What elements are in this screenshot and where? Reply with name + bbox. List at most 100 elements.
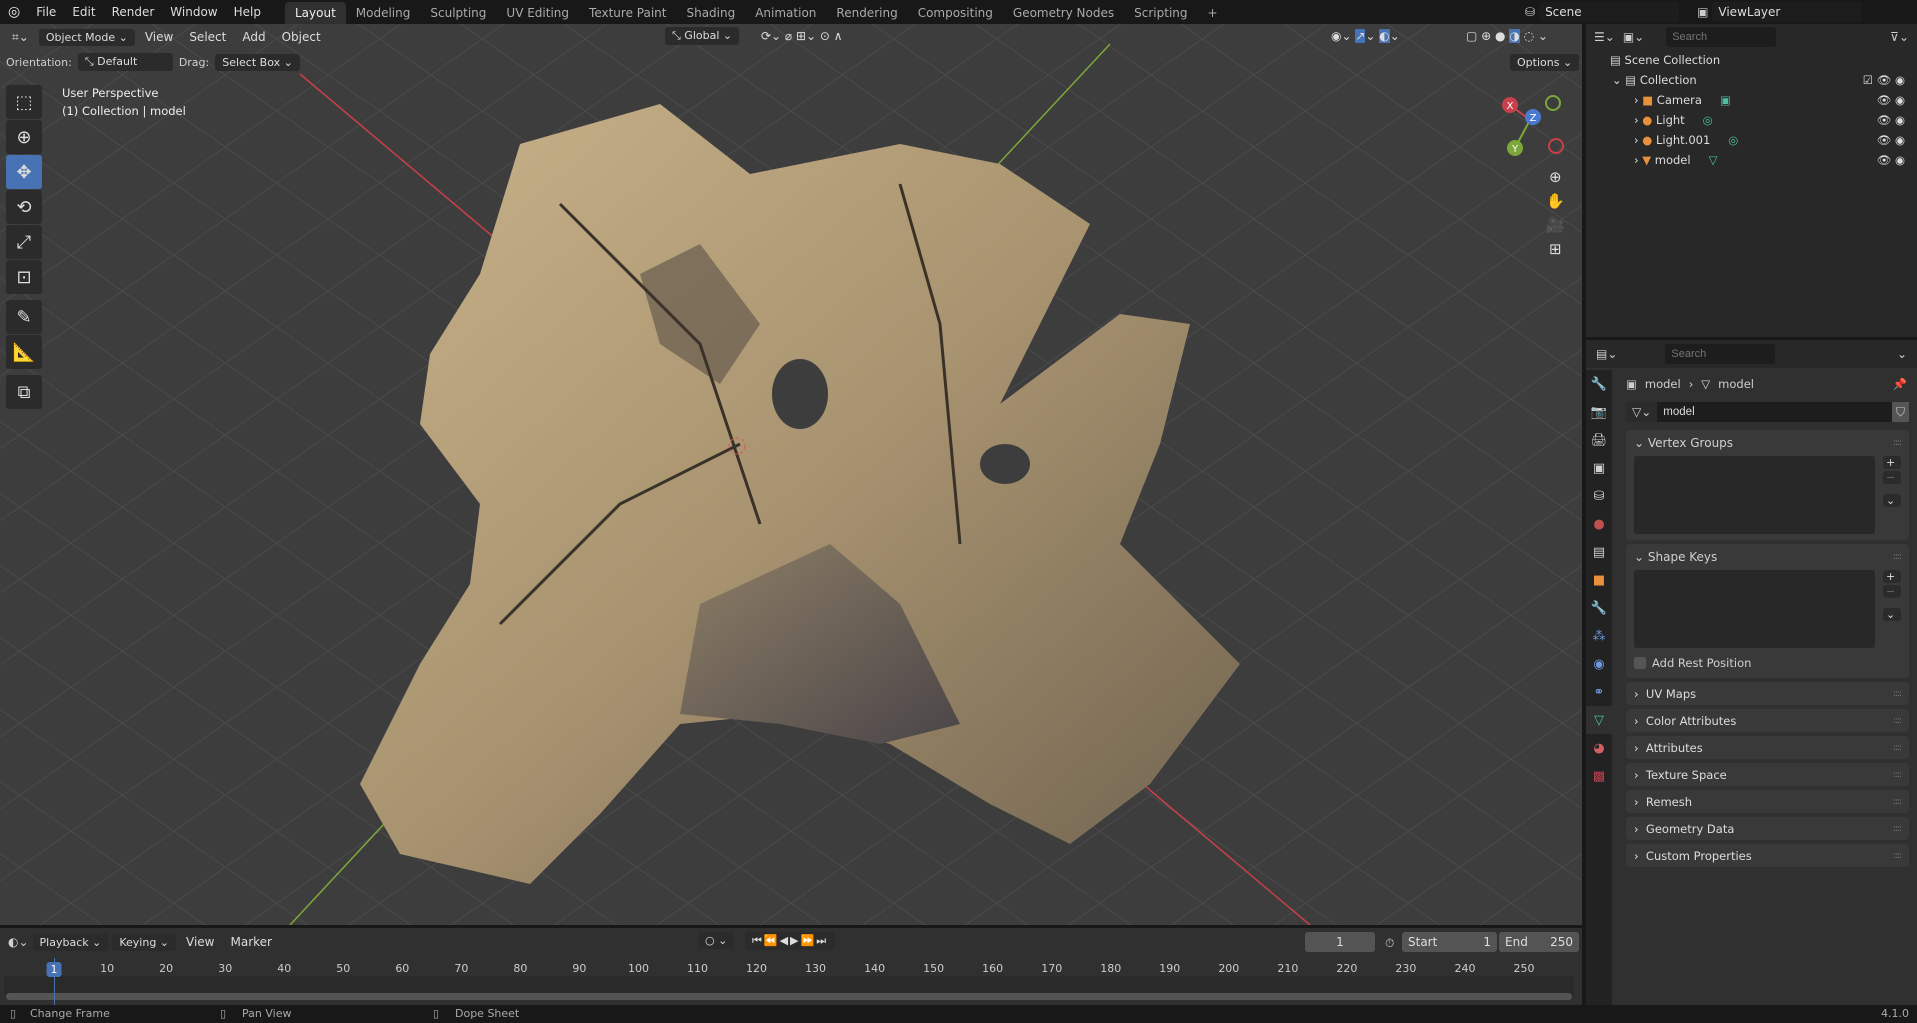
tool-tab-icon[interactable]: 🔧 xyxy=(1586,370,1612,398)
scene-icon[interactable]: ⛁ xyxy=(1525,5,1535,19)
editor-type-icon[interactable]: ⌗⌄ xyxy=(6,28,35,47)
modifier-tab-icon[interactable]: 🔧 xyxy=(1586,594,1612,622)
frame-tick[interactable]: 70 xyxy=(454,962,468,975)
navigation-gizmo[interactable]: X Z Y xyxy=(1490,90,1570,170)
visibility-controls[interactable]: 👁 ◉ xyxy=(1877,93,1905,107)
frame-tick[interactable]: 20 xyxy=(159,962,173,975)
panel-uv-maps[interactable]: › UV Maps:::: xyxy=(1626,682,1909,705)
scene-field[interactable]: Scene xyxy=(1539,2,1680,22)
view-layer-field[interactable]: ViewLayer xyxy=(1712,2,1863,22)
move-tool[interactable]: ✥ xyxy=(6,155,42,189)
current-frame-field[interactable]: 1 xyxy=(1305,932,1375,952)
mesh-data-tab-icon[interactable]: ▽ xyxy=(1586,706,1612,734)
outliner-item-model[interactable]: › ▼ model ▽ 👁 ◉ xyxy=(1586,150,1917,170)
world-tab-icon[interactable]: ● xyxy=(1586,510,1612,538)
timeline-scrollbar[interactable] xyxy=(6,993,1572,1000)
frame-tick[interactable]: 110 xyxy=(687,962,708,975)
add-workspace-button[interactable]: + xyxy=(1198,2,1228,24)
frame-tick[interactable]: 190 xyxy=(1159,962,1180,975)
outliner-item-light[interactable]: › ● Light ◎ 👁 ◉ xyxy=(1586,110,1917,130)
frame-tick[interactable]: 220 xyxy=(1336,962,1357,975)
panel-custom-properties[interactable]: › Custom Properties:::: xyxy=(1626,844,1909,867)
frame-tick[interactable]: 30 xyxy=(218,962,232,975)
scale-tool[interactable]: ⤢ xyxy=(6,225,42,259)
output-tab-icon[interactable]: 🖨 xyxy=(1586,426,1612,454)
properties-editor-type-icon[interactable]: ▤⌄ xyxy=(1596,347,1617,361)
camera-view-icon[interactable]: 🎥 xyxy=(1546,216,1565,234)
menu-select[interactable]: Select xyxy=(183,28,232,46)
add-vertex-group-button[interactable]: + xyxy=(1883,456,1901,469)
collection-tab-icon[interactable]: ▤ xyxy=(1586,538,1612,566)
tab-rendering[interactable]: Rendering xyxy=(826,2,907,24)
tab-uv-editing[interactable]: UV Editing xyxy=(496,2,579,24)
mode-dropdown[interactable]: Object Mode ⌄ xyxy=(38,28,135,46)
playback-controls[interactable]: ⏮⏪◀▶⏩⏭ xyxy=(745,932,836,950)
light-data-icon[interactable]: ◎ xyxy=(1728,133,1738,147)
drag-grip-icon[interactable]: :::: xyxy=(1893,770,1902,780)
rotate-tool[interactable]: ⟲ xyxy=(6,190,42,224)
frame-tick[interactable]: 140 xyxy=(864,962,885,975)
frame-tick[interactable]: 50 xyxy=(336,962,350,975)
tab-texture-paint[interactable]: Texture Paint xyxy=(579,2,676,24)
mesh-data-icon[interactable]: ▽ xyxy=(1709,153,1718,167)
annotate-tool[interactable]: ✎ xyxy=(6,300,42,334)
vertex-groups-list[interactable] xyxy=(1634,456,1875,534)
frame-tick[interactable]: 60 xyxy=(395,962,409,975)
filter-icon[interactable]: ⊽⌄ xyxy=(1890,30,1909,44)
drag-grip-icon[interactable]: :::: xyxy=(1893,716,1902,726)
pan-hand-icon[interactable]: ✋ xyxy=(1546,192,1565,210)
rock-model[interactable] xyxy=(360,104,1240,884)
playback-menu[interactable]: Playback ⌄ xyxy=(32,933,109,951)
menu-view[interactable]: View xyxy=(139,28,179,46)
mesh-name-input[interactable] xyxy=(1657,406,1892,418)
pin-icon[interactable]: 📌 xyxy=(1893,377,1907,391)
pivot-snap-proportional-icons[interactable]: ⟳⌄ ⌀ ⊞⌄ ⊙ ∧ xyxy=(755,27,849,45)
tab-compositing[interactable]: Compositing xyxy=(908,2,1003,24)
vertex-group-specials-button[interactable]: ⌄ xyxy=(1883,494,1901,507)
frame-tick[interactable]: 90 xyxy=(572,962,586,975)
frame-tick[interactable]: 200 xyxy=(1218,962,1239,975)
properties-search-input[interactable] xyxy=(1665,344,1776,364)
material-tab-icon[interactable]: ◕ xyxy=(1586,734,1612,762)
drag-grip-icon[interactable]: :::: xyxy=(1893,824,1902,834)
outliner-display-mode-icon[interactable]: ☰⌄ xyxy=(1594,30,1615,44)
light-data-icon[interactable]: ◎ xyxy=(1703,113,1713,127)
render-tab-icon[interactable]: 📷 xyxy=(1586,398,1612,426)
menu-window[interactable]: Window xyxy=(162,5,225,19)
timeline-editor-type-icon[interactable]: ◐⌄ xyxy=(8,935,29,949)
frame-tick[interactable]: 100 xyxy=(628,962,649,975)
current-frame-marker[interactable]: 1 xyxy=(46,962,62,977)
panel-color-attributes[interactable]: › Color Attributes:::: xyxy=(1626,709,1909,732)
menu-add[interactable]: Add xyxy=(236,28,271,46)
frame-tick[interactable]: 170 xyxy=(1041,962,1062,975)
auto-keying-toggle[interactable]: ○ ⌄ xyxy=(698,932,735,949)
drag-grip-icon[interactable]: :::: xyxy=(1893,743,1902,753)
drag-grip-icon[interactable]: :::: xyxy=(1893,851,1902,861)
outliner-filter-view-icon[interactable]: ▣⌄ xyxy=(1623,30,1644,44)
menu-file[interactable]: File xyxy=(28,5,64,19)
frame-tick[interactable]: 10 xyxy=(100,962,114,975)
visibility-controls[interactable]: 👁 ◉ xyxy=(1877,113,1905,127)
orientation-dropdown[interactable]: ⤡ Default xyxy=(77,53,173,71)
tab-animation[interactable]: Animation xyxy=(745,2,826,24)
select-box-tool[interactable]: ⬚ xyxy=(6,85,42,119)
outliner-item-light-001[interactable]: › ● Light.001 ◎ 👁 ◉ xyxy=(1586,130,1917,150)
transform-tool[interactable]: ⊡ xyxy=(6,260,42,294)
start-frame-field[interactable]: Start 1 xyxy=(1402,932,1497,952)
particles-tab-icon[interactable]: ⁂ xyxy=(1586,622,1612,650)
timeline-view-menu[interactable]: View xyxy=(180,933,220,951)
view-layer-icon[interactable]: ▣ xyxy=(1697,5,1708,19)
drag-grip-icon[interactable]: :::: xyxy=(1893,797,1902,807)
remove-shape-key-button[interactable]: − xyxy=(1883,585,1901,598)
outliner-collection[interactable]: ⌄ ▤ Collection ☑ 👁 ◉ xyxy=(1586,70,1917,90)
shape-key-specials-button[interactable]: ⌄ xyxy=(1883,608,1901,621)
physics-tab-icon[interactable]: ◉ xyxy=(1586,650,1612,678)
frame-tick[interactable]: 150 xyxy=(923,962,944,975)
add-rest-position-checkbox[interactable]: Add Rest Position xyxy=(1626,648,1909,672)
frame-tick[interactable]: 120 xyxy=(746,962,767,975)
add-shape-key-button[interactable]: + xyxy=(1883,570,1901,583)
visibility-controls[interactable]: 👁 ◉ xyxy=(1877,153,1905,167)
shape-keys-list[interactable] xyxy=(1634,570,1875,648)
texture-tab-icon[interactable]: ▩ xyxy=(1586,762,1612,790)
scene-tab-icon[interactable]: ⛁ xyxy=(1586,482,1612,510)
